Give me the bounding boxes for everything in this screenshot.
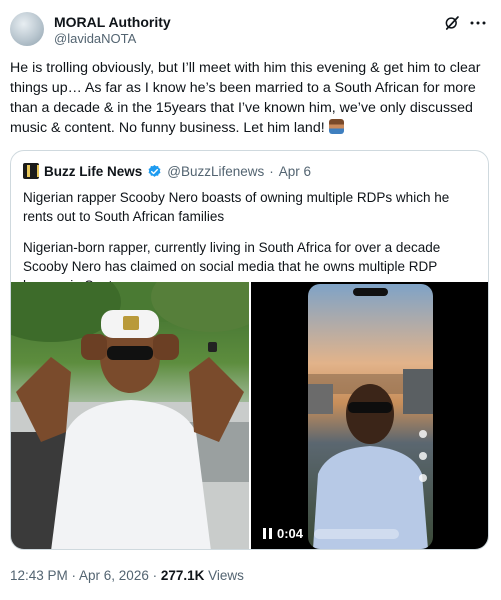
tweet-text: He is trolling obviously, but I’ll meet … (10, 58, 488, 138)
quoted-tweet[interactable]: Buzz Life News @BuzzLifenews · Apr 6 Nig… (10, 150, 489, 550)
quote-date[interactable]: Apr 6 (279, 164, 311, 179)
phone-screen-recording-image (308, 284, 433, 549)
author-names: MORAL Authority @lavidaNOTA (54, 14, 171, 47)
tweet-header: MORAL Authority @lavidaNOTA (10, 8, 491, 50)
quote-handle[interactable]: @BuzzLifenews (167, 164, 264, 179)
tweet-timestamp[interactable]: 12:43 PM · Apr 6, 2026 · (10, 568, 161, 583)
views-label: Views (204, 568, 244, 583)
quote-photo[interactable] (11, 282, 249, 549)
pause-icon[interactable] (263, 528, 273, 539)
quote-headline: Nigerian rapper Scooby Nero boasts of ow… (23, 190, 450, 224)
more-options-icon[interactable] (469, 16, 487, 30)
person-facepalming-emoji-icon (328, 119, 344, 134)
quote-display-name[interactable]: Buzz Life News (44, 164, 142, 179)
quote-video[interactable]: 0:04 (251, 282, 488, 549)
grok-icon[interactable] (443, 14, 461, 32)
views-count: 277.1K (160, 568, 205, 583)
verified-badge-icon (148, 164, 161, 177)
tweet-text-content: He is trolling obviously, but I’ll meet … (10, 60, 481, 136)
man-video-frame-image (308, 288, 433, 549)
tweet-footer: 12:43 PM · Apr 6, 2026 · 277.1K Views (10, 568, 244, 583)
quoted-tweet-header: Buzz Life News @BuzzLifenews · Apr 6 (23, 162, 311, 180)
video-duration-text: 0:04 (277, 526, 304, 541)
video-duration: 0:04 (263, 526, 303, 541)
author-handle[interactable]: @lavidaNOTA (54, 31, 171, 47)
author-display-name[interactable]: MORAL Authority (54, 14, 171, 31)
quote-separator: · (269, 163, 274, 179)
avatar[interactable] (10, 12, 44, 46)
man-in-white-shirt-photo-image (11, 282, 249, 549)
quote-avatar[interactable] (23, 163, 39, 179)
